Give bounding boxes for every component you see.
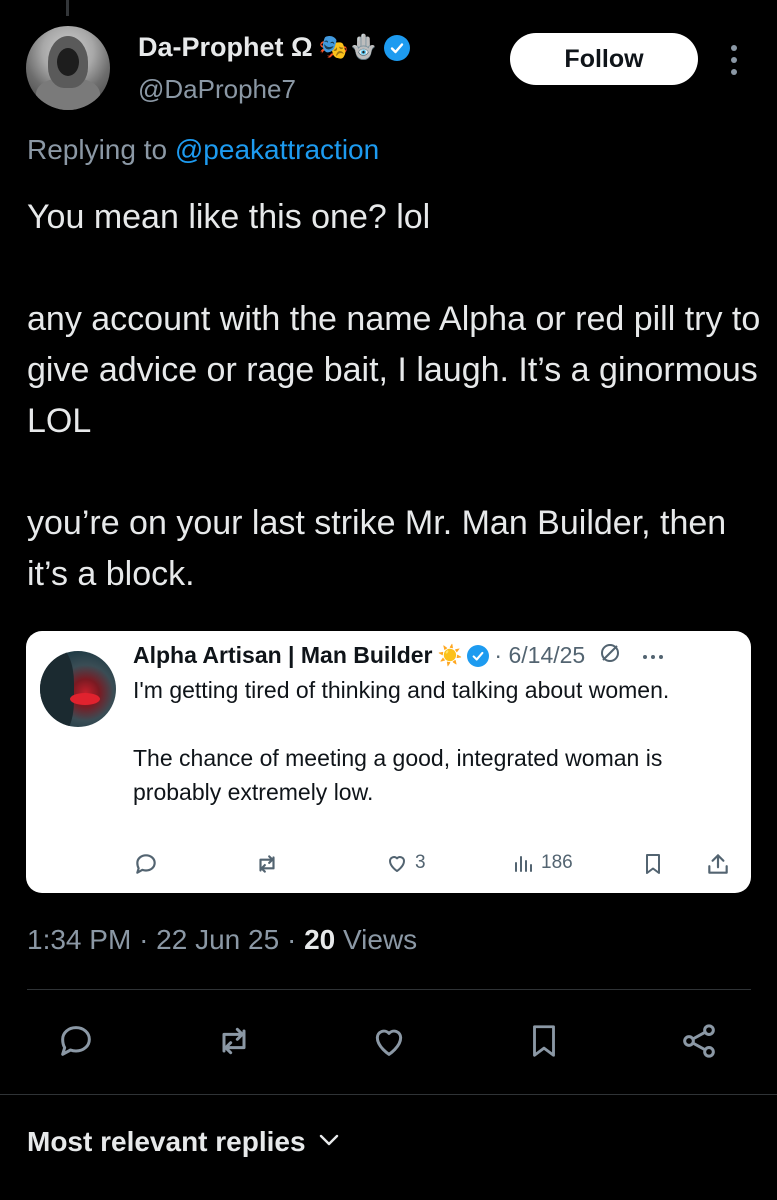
quoted-share-icon[interactable] <box>705 851 731 877</box>
bookmark-icon[interactable] <box>521 1018 567 1064</box>
follow-button[interactable]: Follow <box>510 33 698 85</box>
divider <box>0 1094 777 1095</box>
views-count: 20 <box>304 924 336 955</box>
post-text: You mean like this one? lol any account … <box>27 198 761 593</box>
replying-to-mention[interactable]: @peakattraction <box>175 134 379 165</box>
quoted-retweet-icon[interactable] <box>253 851 281 877</box>
chevron-down-icon <box>318 1133 340 1152</box>
quoted-display-name[interactable]: Alpha Artisan | Man Builder <box>133 642 433 669</box>
quoted-like-count: 3 <box>415 852 426 873</box>
author-name-emojis: 🎭🪬 <box>318 33 379 61</box>
author-display-name[interactable]: Da-Prophet Ω <box>138 32 313 63</box>
author-avatar[interactable] <box>26 26 110 110</box>
quoted-post-text: I'm getting tired of thinking and talkin… <box>133 677 670 805</box>
quoted-more-icon[interactable] <box>641 644 665 667</box>
more-icon[interactable] <box>722 42 746 78</box>
quoted-reply-icon[interactable] <box>133 851 159 877</box>
quoted-name-emoji: ☀️ <box>437 645 463 667</box>
author-name-row[interactable]: Da-Prophet Ω 🎭🪬 <box>138 32 411 63</box>
post-time[interactable]: 1:34 PM <box>27 924 131 955</box>
replying-prefix: Replying to <box>27 134 168 165</box>
quoted-verified-badge-icon <box>467 644 490 667</box>
post-action-bar <box>0 1018 777 1068</box>
post-date[interactable]: 22 Jun 25 <box>156 924 279 955</box>
post-meta: 1:34 PM · 22 Jun 25 · 20 Views <box>27 924 418 955</box>
quoted-like-icon <box>389 856 405 872</box>
author-handle[interactable]: @DaProphe7 <box>138 74 296 105</box>
like-icon[interactable] <box>366 1018 412 1064</box>
verified-badge-icon <box>384 34 411 61</box>
reply-icon[interactable] <box>53 1018 99 1064</box>
replies-sort-dropdown[interactable]: Most relevant replies <box>27 1126 340 1158</box>
quoted-name-row: Alpha Artisan | Man Builder ☀️ · 6/14/25 <box>133 641 665 670</box>
share-icon[interactable] <box>676 1018 722 1064</box>
quoted-bookmark-icon[interactable] <box>641 851 665 877</box>
views-label: Views <box>343 924 418 955</box>
quoted-date: · 6/14/25 <box>494 642 586 668</box>
retweet-icon[interactable] <box>211 1018 257 1064</box>
replies-sort-label: Most relevant replies <box>27 1126 306 1157</box>
divider <box>27 989 751 990</box>
quoted-like-button[interactable]: 3 <box>385 851 426 875</box>
grok-icon[interactable] <box>598 641 622 670</box>
quoted-author-avatar[interactable] <box>40 651 116 727</box>
thread-connector-line <box>66 0 69 16</box>
quoted-views-count: 186 <box>541 852 573 873</box>
quoted-views-button[interactable]: 186 <box>511 851 573 875</box>
replying-to-line: Replying to @peakattraction <box>27 134 379 166</box>
quoted-post-card[interactable]: Alpha Artisan | Man Builder ☀️ · 6/14/25… <box>26 631 751 893</box>
quoted-action-bar: 3 186 <box>133 851 743 883</box>
quoted-views-icon <box>515 856 532 872</box>
